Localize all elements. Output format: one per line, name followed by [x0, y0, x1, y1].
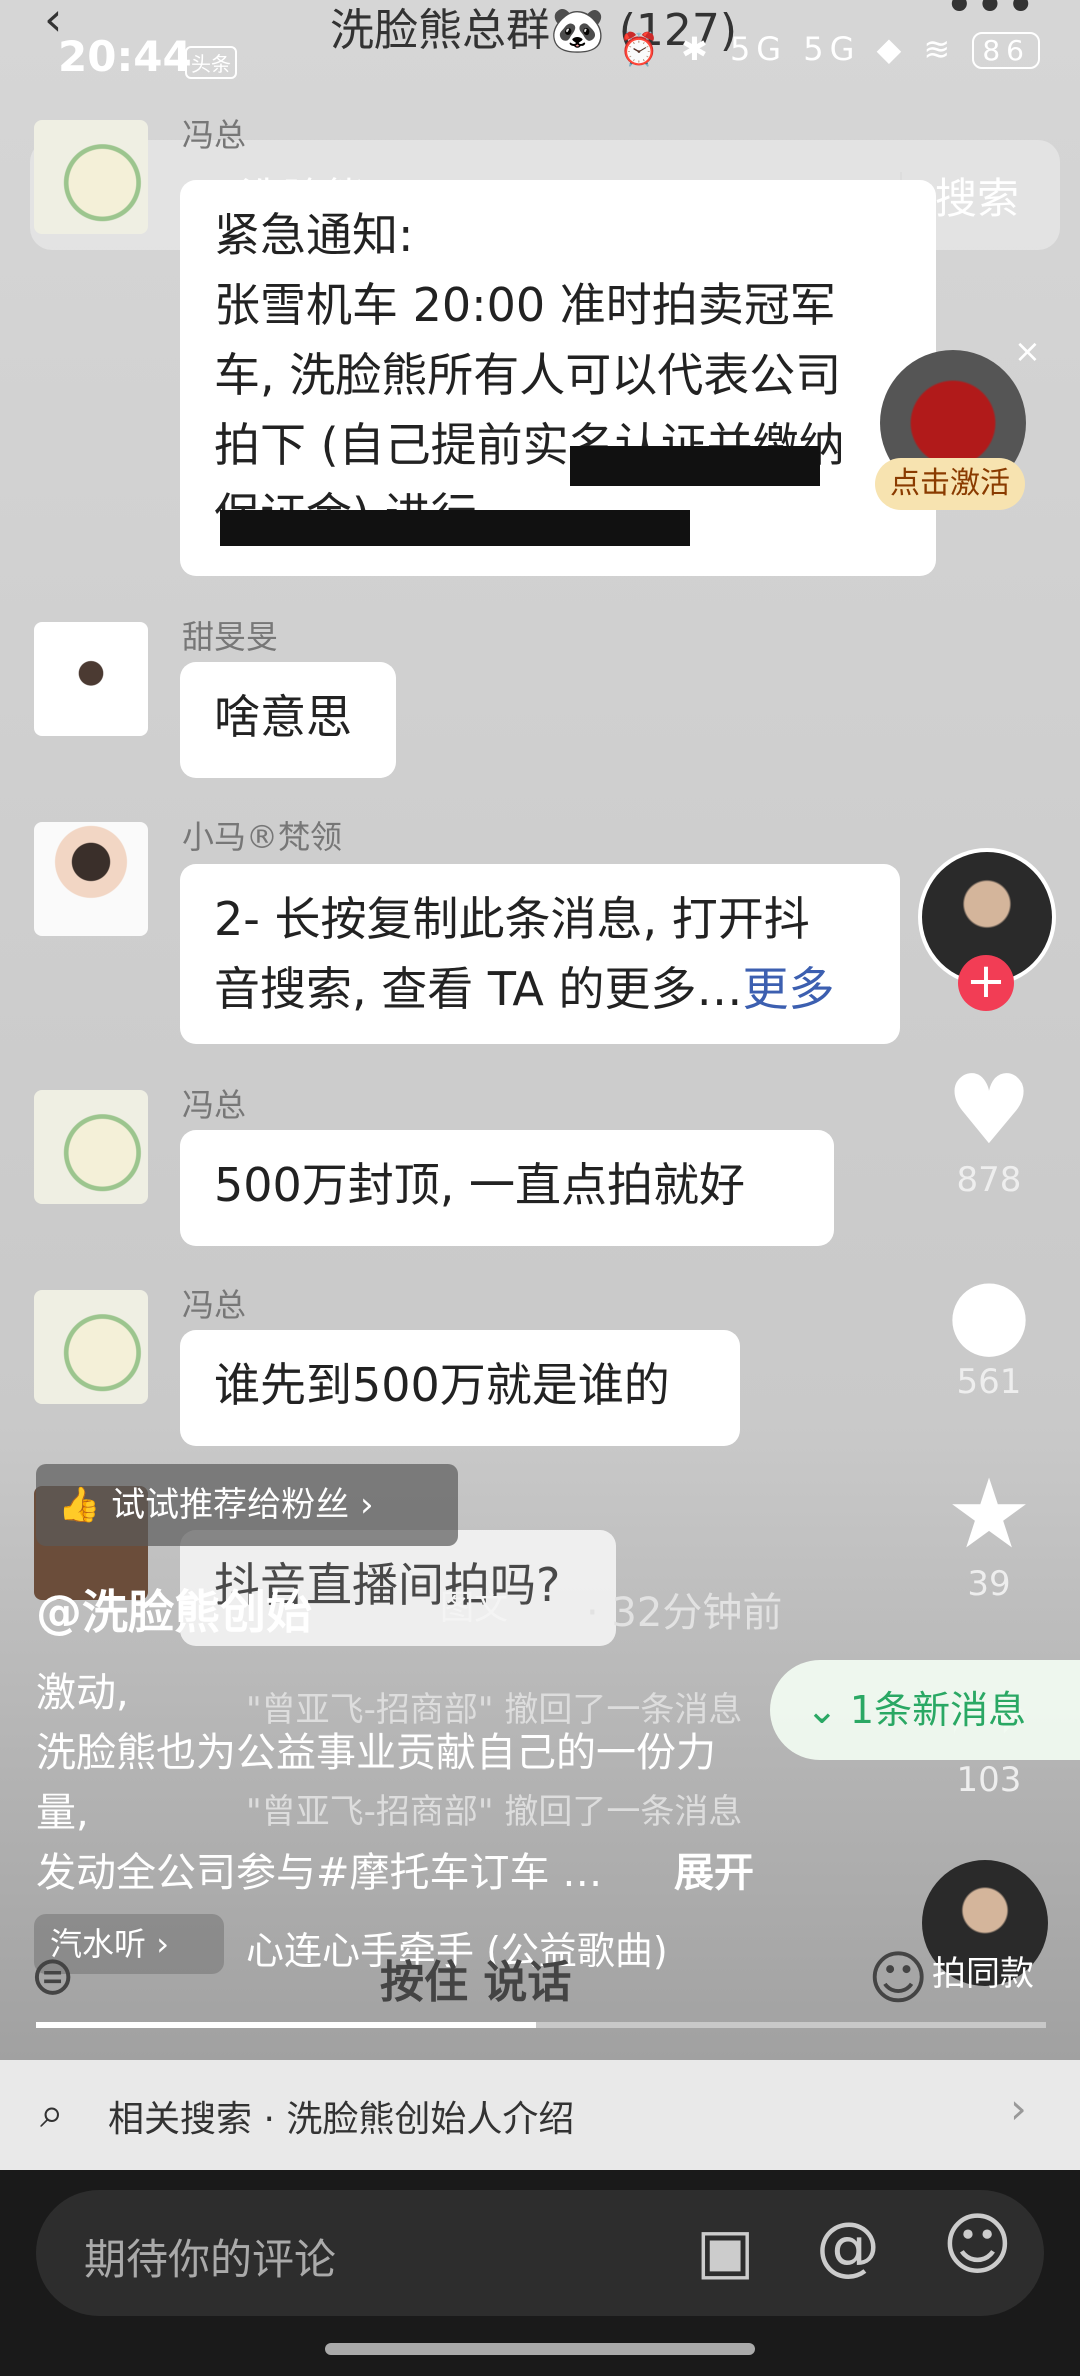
message-text: 音搜索, 查看 TA 的更多… — [214, 962, 743, 1016]
image-icon[interactable]: ▣ — [696, 2214, 755, 2287]
status-icons: ⏰ ✱ 5G 5G ◆ ≋ 86 — [619, 30, 1040, 69]
comment-placeholder: 期待你的评论 — [84, 2235, 337, 2284]
caption-line: 量, — [36, 1790, 89, 1836]
close-icon[interactable]: × — [1014, 332, 1041, 370]
avatar[interactable] — [34, 1090, 148, 1204]
emoji-icon[interactable]: ☺ — [868, 1944, 928, 2012]
recommend-to-fans-button[interactable]: 👍 试试推荐给粉丝 › — [36, 1464, 458, 1546]
star-icon: ★ — [945, 1458, 1033, 1570]
search-icon: ⌕ — [40, 2088, 64, 2137]
status-signal-icons: ⏰ ✱ 5G 5G ◆ ≋ — [618, 30, 957, 68]
comment-count: 561 — [956, 1362, 1022, 1402]
hold-to-talk-button[interactable]: 按住 说话 — [380, 1946, 571, 2010]
recommend-label: 试试推荐给粉丝 — [111, 1485, 350, 1525]
expand-link[interactable]: 展开 — [674, 1840, 754, 1898]
comment-icon: ● — [947, 1256, 1031, 1368]
favorite-count: 39 — [967, 1564, 1011, 1604]
author-name[interactable]: @洗脸熊创始 — [36, 1576, 312, 1642]
like-button[interactable]: ♥ 878 — [934, 1060, 1044, 1200]
chevron-right-icon: › — [1010, 2084, 1027, 2133]
status-app-badge: 头条 — [185, 46, 237, 79]
recalled-notice: "曾亚飞-招商部" 撤回了一条消息 — [246, 1792, 743, 1832]
like-count: 878 — [956, 1160, 1022, 1200]
new-messages-pill[interactable]: ⌄ 1条新消息 — [770, 1660, 1080, 1760]
sender-name: 小马®梵领 — [182, 818, 343, 856]
avatar[interactable] — [34, 622, 148, 736]
status-time: 20:44 — [58, 32, 192, 81]
message-line: 车, 洗脸熊所有人可以代表公司 — [214, 348, 842, 402]
activate-button[interactable]: 点击激活 — [875, 458, 1025, 510]
double-chevron-down-icon: ⌄ — [806, 1688, 850, 1732]
message-line: 音搜索, 查看 TA 的更多…更多 — [214, 954, 866, 1024]
favorite-button[interactable]: ★ 39 — [934, 1464, 1044, 1604]
caption-line: 发动全公司参与#摩托车订车 … — [36, 1850, 603, 1896]
heart-icon: ♥ — [945, 1054, 1033, 1166]
voice-icon[interactable]: ⊜ — [30, 1944, 75, 2007]
sender-name: 甜旻旻 — [182, 618, 279, 656]
message-line: 紧急通知: — [214, 208, 414, 262]
image-text-tag: 图文 — [440, 1588, 508, 1628]
avatar[interactable] — [34, 822, 148, 936]
share-count: 103 — [956, 1760, 1022, 1800]
new-messages-label: 1条新消息 — [849, 1688, 1027, 1732]
sender-name: 冯总 — [182, 1086, 247, 1124]
message-bubble[interactable]: 谁先到500万就是谁的 — [180, 1330, 740, 1446]
at-icon[interactable]: @ — [816, 2210, 880, 2284]
message-line: 张雪机车 20:00 准时拍卖冠军 — [214, 278, 836, 332]
emoji-icon[interactable]: ☺ — [942, 2206, 1013, 2285]
message-line: 2- 长按复制此条消息, 打开抖 — [214, 892, 810, 946]
progress-fill — [36, 2022, 536, 2028]
thumbs-up-icon: 👍 — [58, 1485, 101, 1525]
message-bubble[interactable]: 2- 长按复制此条消息, 打开抖 音搜索, 查看 TA 的更多…更多 — [180, 864, 900, 1044]
search-button[interactable]: 搜索 — [935, 165, 1019, 226]
avatar[interactable] — [34, 1290, 148, 1404]
more-link[interactable]: 更多 — [742, 962, 834, 1016]
message-bubble[interactable]: 啥意思 — [180, 662, 396, 778]
caption-line: 激动, — [36, 1670, 129, 1716]
chevron-right-icon: › — [156, 1925, 169, 1963]
same-style-label[interactable]: 拍同款 — [932, 1946, 1034, 1995]
comment-button[interactable]: ● 561 — [934, 1262, 1044, 1402]
sender-name: 冯总 — [182, 1286, 247, 1324]
home-indicator — [325, 2343, 755, 2355]
redacted-block — [220, 510, 690, 546]
redacted-block — [570, 446, 820, 486]
follow-plus-icon[interactable]: + — [958, 955, 1014, 1011]
sender-name: 冯总 — [182, 116, 247, 154]
chevron-right-icon: › — [359, 1485, 374, 1525]
recalled-notice: "曾亚飞-招商部" 撤回了一条消息 — [246, 1690, 743, 1730]
battery-icon: 86 — [972, 32, 1040, 69]
avatar[interactable] — [34, 120, 148, 234]
publish-time: · 32分钟前 — [586, 1590, 783, 1636]
message-bubble[interactable]: 500万封顶, 一直点拍就好 — [180, 1130, 834, 1246]
related-search-text[interactable]: 相关搜索 · 洗脸熊创始人介绍 — [108, 2090, 574, 2142]
